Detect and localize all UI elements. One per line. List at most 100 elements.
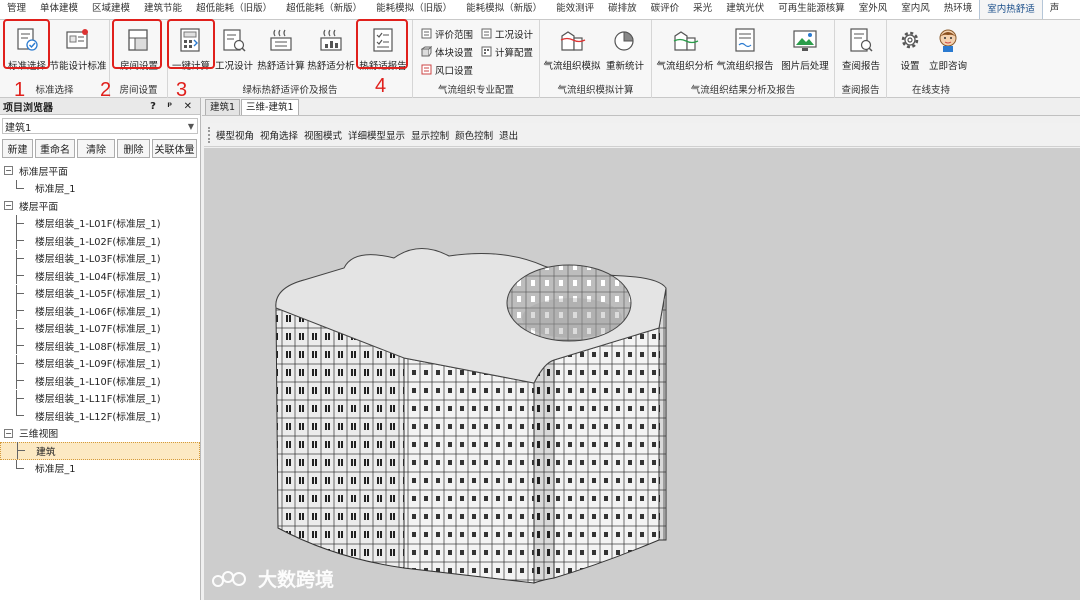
tree-item[interactable]: 楼层组装_1-L10F(标准层_1) bbox=[0, 372, 200, 390]
menu-tab[interactable]: 碳评价 bbox=[644, 0, 687, 19]
tree-item[interactable]: 标准层_1 bbox=[0, 459, 200, 478]
tree-item[interactable]: 楼层组装_1-L09F(标准层_1) bbox=[0, 354, 200, 373]
pie-chart-icon bbox=[614, 31, 634, 51]
consult-now-button[interactable]: 立即咨询 bbox=[925, 23, 971, 77]
volume-settings-label: 体块设置 bbox=[435, 47, 474, 59]
rename-button[interactable]: 重命名 bbox=[35, 139, 75, 158]
image-icon bbox=[793, 30, 817, 51]
airflow-analysis-button[interactable]: 气流组织分析 bbox=[657, 23, 714, 77]
vent-settings-button[interactable]: 风口设置 bbox=[421, 62, 473, 77]
tree-item[interactable]: 楼层组装_1-L11F(标准层_1) bbox=[0, 389, 200, 408]
image-postprocess-button[interactable]: 图片后处理 bbox=[780, 23, 830, 77]
tree-item[interactable]: 楼层组装_1-L01F(标准层_1) bbox=[0, 214, 200, 233]
tree-item[interactable]: 楼层组装_1-L07F(标准层_1) bbox=[0, 319, 200, 338]
view-report-icon bbox=[850, 28, 873, 52]
menu-tab[interactable]: 碳排放 bbox=[601, 0, 644, 19]
tree-item[interactable]: 楼层组装_1-L02F(标准层_1) bbox=[0, 232, 200, 250]
toolbar-item[interactable]: 退出 bbox=[499, 128, 518, 142]
clear-button[interactable]: 清除 bbox=[77, 139, 115, 158]
menu-tab[interactable]: 建筑光伏 bbox=[719, 0, 771, 19]
new-button[interactable]: 新建 bbox=[2, 139, 33, 158]
menu-tab[interactable]: 区域建模 bbox=[85, 0, 137, 19]
vent-settings-icon bbox=[421, 64, 432, 75]
comfort-calc-button[interactable]: 热舒适计算 bbox=[257, 23, 305, 77]
toolbar-item[interactable]: 视角选择 bbox=[260, 128, 298, 142]
menu-tab[interactable]: 热环境 bbox=[937, 0, 980, 19]
tree-item[interactable]: 建筑 bbox=[0, 442, 200, 460]
3d-viewport[interactable]: 大数跨境 bbox=[204, 148, 1080, 600]
energy-standard-button[interactable]: 节能设计标准 bbox=[50, 23, 107, 77]
highlight-box-comfort-report bbox=[356, 19, 408, 69]
menu-tab[interactable]: 能耗模拟（新版） bbox=[459, 0, 549, 19]
tree-item[interactable]: 楼层组装_1-L04F(标准层_1) bbox=[0, 267, 200, 285]
energy-standard-label: 节能设计标准 bbox=[49, 61, 107, 72]
tree-label: 楼层组装_1-L07F(标准层_1) bbox=[35, 324, 161, 336]
toolbar-item[interactable]: 显示控制 bbox=[411, 128, 449, 142]
tree-connector bbox=[13, 302, 29, 320]
menu-tab[interactable]: 室外风 bbox=[852, 0, 895, 19]
tree-group-node[interactable]: − 楼层平面 bbox=[0, 197, 200, 215]
airflow-analysis-label: 气流组织分析 bbox=[656, 61, 714, 72]
menu-tab[interactable]: 室内风 bbox=[894, 0, 937, 19]
collapse-icon[interactable]: − bbox=[4, 201, 13, 211]
comfort-analysis-button[interactable]: 热舒适分析 bbox=[307, 23, 355, 77]
condition-design-button[interactable]: 工况设计 bbox=[211, 23, 257, 77]
group-label: 气流组织专业配置 bbox=[437, 85, 514, 96]
annotation-number-4: 4 bbox=[375, 75, 387, 97]
document-tab[interactable]: 建筑1 bbox=[205, 99, 241, 115]
volume-settings-button[interactable]: 体块设置 bbox=[421, 44, 473, 59]
condition-design-label: 工况设计 bbox=[214, 61, 253, 72]
tree-label: 楼层组装_1-L12F(标准层_1) bbox=[35, 411, 161, 423]
tree-item[interactable]: 标准层_1 bbox=[0, 179, 200, 198]
tree-item[interactable]: 楼层组装_1-L12F(标准层_1) bbox=[0, 407, 200, 425]
toolbar-item[interactable]: 详细模型显示 bbox=[348, 128, 405, 142]
tree-group-node[interactable]: − 三维视图 bbox=[0, 425, 200, 443]
menu-tab[interactable]: 管理 bbox=[0, 0, 33, 19]
menu-tab[interactable]: 建筑节能 bbox=[137, 0, 189, 19]
airflow-condition-design-button[interactable]: 工况设计 bbox=[481, 26, 533, 41]
toolbar-item[interactable]: 视图模式 bbox=[304, 128, 342, 142]
menu-tab[interactable]: 能耗模拟（旧版） bbox=[369, 0, 459, 19]
tree-label: 楼层组装_1-L11F(标准层_1) bbox=[35, 394, 161, 406]
collapse-icon[interactable]: − bbox=[4, 166, 13, 176]
recount-button[interactable]: 重新统计 bbox=[602, 23, 648, 77]
ribbon-group-airflow-results: 气流组织分析 气流组织报告 图片后处理 气流组织结果分析及报告 bbox=[652, 20, 835, 98]
menu-tab[interactable]: 采光 bbox=[686, 0, 719, 19]
tree-item[interactable]: 楼层组装_1-L03F(标准层_1) bbox=[0, 249, 200, 268]
tree-item[interactable]: 楼层组装_1-L05F(标准层_1) bbox=[0, 284, 200, 303]
airflow-report-button[interactable]: 气流组织报告 bbox=[717, 23, 774, 77]
calc-config-button[interactable]: 计算配置 bbox=[481, 44, 533, 59]
tree-label: 三维视图 bbox=[19, 429, 59, 441]
toolbar-item[interactable]: 模型视角 bbox=[216, 128, 254, 142]
tree-connector bbox=[13, 459, 29, 477]
eval-range-button[interactable]: 评价范围 bbox=[421, 26, 473, 41]
tree-label: 标准层平面 bbox=[19, 166, 68, 178]
menu-tab[interactable]: 单体建模 bbox=[33, 0, 85, 19]
tree-group-node[interactable]: − 标准层平面 bbox=[0, 162, 200, 180]
menu-tab[interactable]: 超低能耗（新版） bbox=[279, 0, 369, 19]
project-browser-title: 项目浏览器 bbox=[3, 102, 53, 114]
menu-tab[interactable]: 室内热舒适 bbox=[979, 0, 1043, 19]
tree-connector bbox=[13, 337, 29, 355]
project-tree: − 标准层平面 标准层_1− 楼层平面 楼层组装_1-L01F(标准层_1) 楼层组装_1… bbox=[0, 162, 200, 477]
link-mass-button[interactable]: 关联体量 bbox=[152, 139, 197, 158]
tree-item[interactable]: 楼层组装_1-L06F(标准层_1) bbox=[0, 302, 200, 320]
toolbar-grip[interactable] bbox=[208, 126, 211, 143]
collapse-icon[interactable]: − bbox=[4, 428, 13, 438]
menu-tab[interactable]: 超低能耗（旧版） bbox=[189, 0, 279, 19]
menu-tab[interactable]: 可再生能源核算 bbox=[771, 0, 852, 19]
document-tab[interactable]: 三维-建筑1 bbox=[241, 99, 299, 115]
tree-label: 楼层组装_1-L04F(标准层_1) bbox=[35, 271, 161, 283]
toolbar-item[interactable]: 颜色控制 bbox=[455, 128, 493, 142]
tree-item[interactable]: 楼层组装_1-L08F(标准层_1) bbox=[0, 337, 200, 355]
menu-tab[interactable]: 能效测评 bbox=[549, 0, 601, 19]
menu-tab[interactable]: 声 bbox=[1043, 0, 1067, 19]
view-report-button[interactable]: 查阅报告 bbox=[838, 23, 884, 77]
building-select[interactable]: 建筑1 ▼ bbox=[2, 118, 198, 134]
tree-label: 楼层组装_1-L10F(标准层_1) bbox=[35, 376, 161, 388]
document-tabs: 建筑1 三维-建筑1 bbox=[202, 98, 1080, 116]
airflow-sim-button[interactable]: 气流组织模拟 bbox=[544, 23, 601, 77]
gear-icon bbox=[901, 31, 919, 49]
panel-controls[interactable]: ? ᵖ ✕ bbox=[150, 101, 196, 112]
delete-button[interactable]: 删除 bbox=[117, 139, 150, 158]
